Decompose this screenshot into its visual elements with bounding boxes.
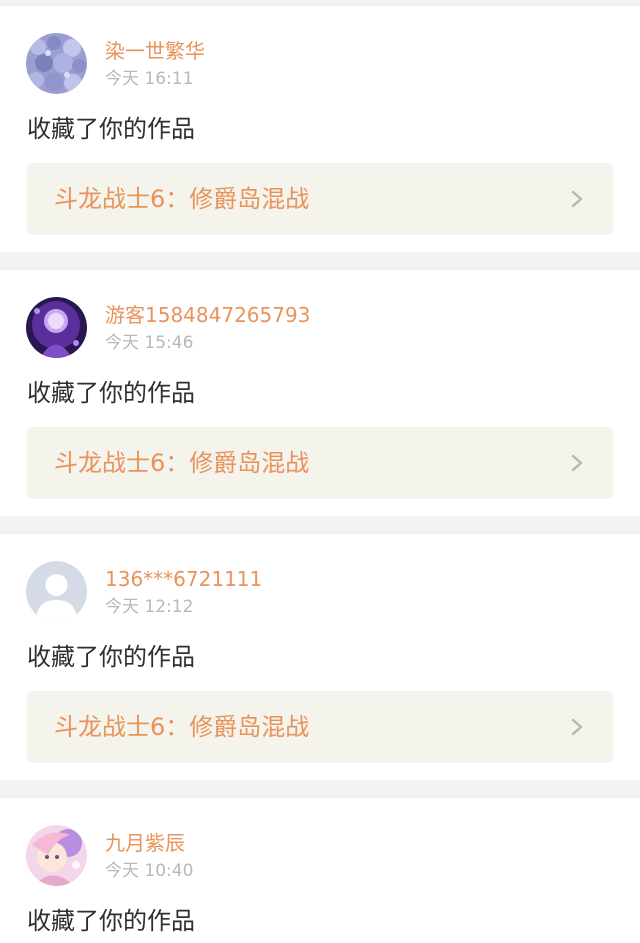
notification-card: 九月紫辰 今天 10:40 收藏了你的作品 — [0, 798, 640, 943]
username[interactable]: 染一世繁华 — [105, 39, 205, 63]
chevron-right-icon — [571, 718, 583, 736]
username[interactable]: 136***6721111 — [105, 567, 262, 591]
work-link[interactable]: 斗龙战士6：修爵岛混战 — [27, 691, 613, 763]
timestamp: 今天 12:12 — [105, 597, 194, 617]
work-title: 斗龙战士6：修爵岛混战 — [54, 713, 310, 741]
work-title: 斗龙战士6：修爵岛混战 — [54, 185, 310, 213]
action-text: 收藏了你的作品 — [27, 907, 195, 935]
avatar[interactable] — [26, 825, 87, 886]
work-link[interactable]: 斗龙战士6：修爵岛混战 — [27, 163, 613, 235]
work-link[interactable]: 斗龙战士6：修爵岛混战 — [27, 427, 613, 499]
work-title: 斗龙战士6：修爵岛混战 — [54, 449, 310, 477]
action-text: 收藏了你的作品 — [27, 643, 195, 671]
username[interactable]: 游客1584847265793 — [105, 303, 310, 327]
notification-card: 游客1584847265793 今天 15:46 收藏了你的作品 斗龙战士6：修… — [0, 270, 640, 516]
avatar[interactable] — [26, 561, 87, 622]
timestamp: 今天 16:11 — [105, 69, 194, 89]
timestamp: 今天 10:40 — [105, 861, 194, 881]
action-text: 收藏了你的作品 — [27, 379, 195, 407]
notification-card: 染一世繁华 今天 16:11 收藏了你的作品 斗龙战士6：修爵岛混战 — [0, 6, 640, 252]
timestamp: 今天 15:46 — [105, 333, 194, 353]
chevron-right-icon — [571, 454, 583, 472]
notification-card: 136***6721111 今天 12:12 收藏了你的作品 斗龙战士6：修爵岛… — [0, 534, 640, 780]
avatar[interactable] — [26, 297, 87, 358]
username[interactable]: 九月紫辰 — [105, 831, 185, 855]
notification-feed: 染一世繁华 今天 16:11 收藏了你的作品 斗龙战士6：修爵岛混战 游客158… — [0, 0, 640, 943]
action-text: 收藏了你的作品 — [27, 115, 195, 143]
chevron-right-icon — [571, 190, 583, 208]
avatar[interactable] — [26, 33, 87, 94]
